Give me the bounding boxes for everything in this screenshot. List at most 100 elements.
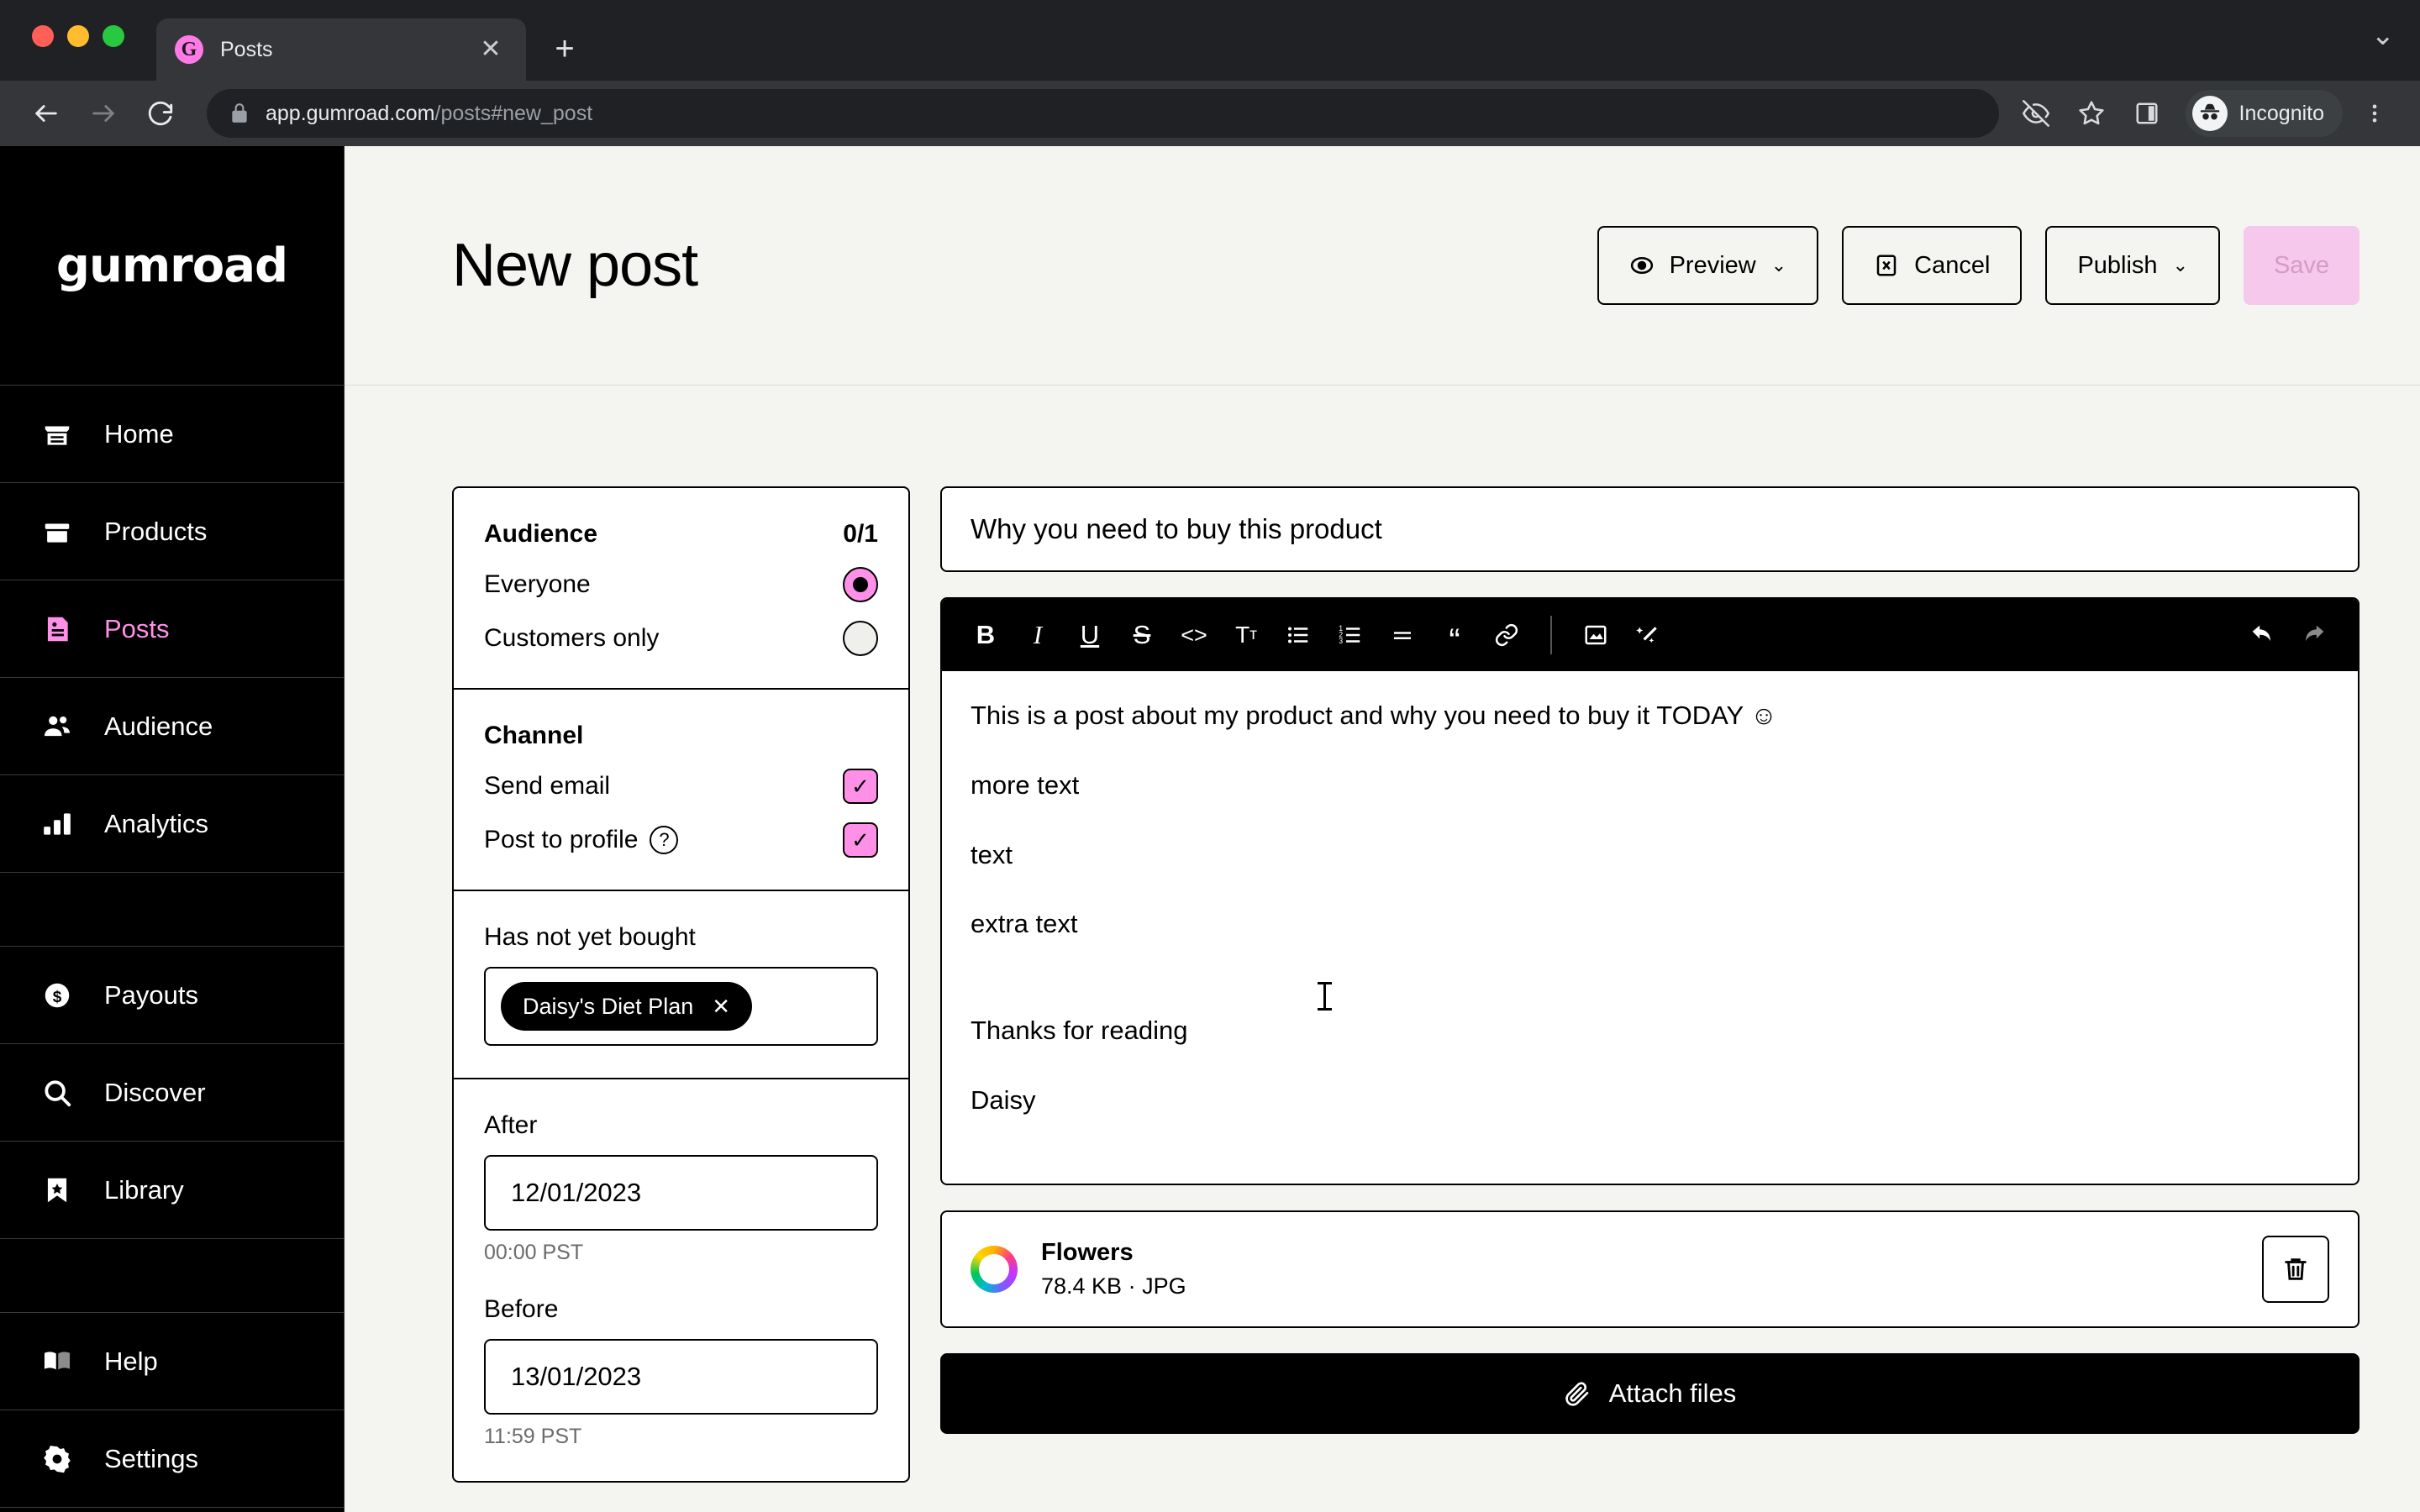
after-field-group: After 12/01/2023 00:00 PST bbox=[484, 1111, 878, 1265]
sidebar-item-audience[interactable]: Audience bbox=[0, 678, 344, 775]
reload-icon[interactable] bbox=[136, 89, 185, 138]
sidebar-item-discover[interactable]: Discover bbox=[0, 1044, 344, 1142]
search-icon bbox=[39, 1074, 76, 1111]
radio-everyone[interactable] bbox=[843, 567, 878, 602]
channel-option-post-to-profile[interactable]: Post to profile ? ✓ bbox=[484, 822, 878, 858]
publish-button[interactable]: Publish ⌄ bbox=[2045, 226, 2220, 305]
cancel-button[interactable]: Cancel bbox=[1842, 226, 2023, 305]
bold-icon[interactable]: B bbox=[962, 612, 1009, 659]
channel-option-send-email[interactable]: Send email ✓ bbox=[484, 769, 878, 804]
side-panel-icon[interactable] bbox=[2123, 90, 2170, 137]
main-area: New post Preview ⌄ Cancel Publish ⌄ Save… bbox=[345, 146, 2420, 1512]
after-date-input[interactable]: 12/01/2023 bbox=[484, 1155, 878, 1231]
redo-icon[interactable] bbox=[2291, 612, 2338, 659]
remove-tag-icon[interactable]: ✕ bbox=[712, 995, 730, 1017]
underline-icon[interactable]: U bbox=[1066, 612, 1113, 659]
close-tab-icon[interactable]: ✕ bbox=[474, 33, 508, 66]
chevron-down-icon: ⌄ bbox=[2172, 255, 2188, 276]
browser-tab[interactable]: G Posts ✕ bbox=[156, 18, 526, 81]
radio-customers-only[interactable] bbox=[843, 621, 878, 656]
url-path: /posts#new_post bbox=[434, 101, 593, 125]
incognito-profile-button[interactable]: Incognito bbox=[2185, 90, 2343, 137]
sidebar-item-posts[interactable]: Posts bbox=[0, 580, 344, 678]
gumroad-logo[interactable]: gumroad bbox=[0, 146, 344, 386]
post-settings-card: Audience 0/1 Everyone Customers only Cha… bbox=[452, 486, 910, 1483]
sidebar-item-label: Help bbox=[104, 1346, 158, 1376]
text-size-icon[interactable]: Tт bbox=[1223, 612, 1270, 659]
page-body: gumroad Home Products Posts Audience Ana… bbox=[0, 146, 2420, 1512]
minimize-window-button[interactable] bbox=[67, 25, 89, 47]
close-window-button[interactable] bbox=[32, 25, 54, 47]
sidebar-divider-1 bbox=[0, 873, 344, 947]
audience-option-customers-only[interactable]: Customers only bbox=[484, 621, 878, 656]
horizontal-rule-icon[interactable] bbox=[1379, 612, 1426, 659]
bulleted-list-icon[interactable] bbox=[1275, 612, 1322, 659]
preview-button[interactable]: Preview ⌄ bbox=[1597, 226, 1819, 305]
channel-option-text: Post to profile bbox=[484, 826, 639, 853]
sidebar-item-payouts[interactable]: $ Payouts bbox=[0, 947, 344, 1044]
before-time-hint: 11:59 PST bbox=[484, 1425, 582, 1448]
sidebar-item-label: Analytics bbox=[104, 808, 209, 838]
forward-icon[interactable] bbox=[79, 89, 128, 138]
attachment-name: Flowers bbox=[1041, 1239, 1134, 1266]
save-label: Save bbox=[2273, 251, 2330, 279]
code-icon[interactable]: <> bbox=[1171, 612, 1218, 659]
sidebar-item-settings[interactable]: Settings bbox=[0, 1410, 344, 1508]
audience-header: Audience 0/1 bbox=[484, 520, 878, 549]
blockquote-icon[interactable]: “ bbox=[1431, 612, 1478, 659]
product-tag-label: Daisy's Diet Plan bbox=[523, 993, 694, 1019]
sidebar-divider-2 bbox=[0, 1239, 344, 1313]
browser-menu-icon[interactable] bbox=[2351, 90, 2398, 137]
address-bar[interactable]: app.gumroad.com/posts#new_post bbox=[207, 89, 1999, 138]
rich-text-editor: B I U S <> Tт 123 “ This is a post about… bbox=[940, 597, 2360, 1185]
eye-off-icon[interactable] bbox=[2012, 90, 2060, 137]
sidebar-item-label: Audience bbox=[104, 711, 213, 741]
before-date-input[interactable]: 13/01/2023 bbox=[484, 1339, 878, 1415]
product-filter-input[interactable]: Daisy's Diet Plan ✕ bbox=[484, 967, 878, 1046]
strikethrough-icon[interactable]: S bbox=[1118, 612, 1165, 659]
checkbox-send-email[interactable]: ✓ bbox=[843, 769, 878, 804]
editor-paragraph: more text bbox=[971, 769, 1080, 800]
new-tab-button[interactable]: + bbox=[541, 25, 588, 72]
bookmark-star-icon[interactable] bbox=[2068, 90, 2115, 137]
tab-search-chevron-down-icon[interactable]: ⌄ bbox=[2371, 18, 2396, 52]
sidebar-item-label: Products bbox=[104, 516, 208, 546]
before-field-group: Before 13/01/2023 11:59 PST bbox=[484, 1295, 878, 1449]
maximize-window-button[interactable] bbox=[103, 25, 124, 47]
link-icon[interactable] bbox=[1483, 612, 1530, 659]
header-actions: Preview ⌄ Cancel Publish ⌄ Save bbox=[1597, 226, 2360, 305]
sidebar-item-analytics[interactable]: Analytics bbox=[0, 775, 344, 873]
insert-image-icon[interactable] bbox=[1572, 612, 1619, 659]
people-icon bbox=[39, 708, 76, 745]
help-icon[interactable]: ? bbox=[650, 826, 679, 854]
audience-count: 0/1 bbox=[843, 520, 878, 548]
sidebar-item-label: Posts bbox=[104, 613, 170, 643]
paperclip-icon bbox=[1564, 1380, 1591, 1407]
dollar-coin-icon: $ bbox=[39, 977, 76, 1014]
audience-option-everyone[interactable]: Everyone bbox=[484, 567, 878, 602]
product-tag[interactable]: Daisy's Diet Plan ✕ bbox=[501, 982, 753, 1031]
save-button[interactable]: Save bbox=[2244, 226, 2360, 305]
magic-wand-icon[interactable] bbox=[1624, 612, 1671, 659]
numbered-list-icon[interactable]: 123 bbox=[1327, 612, 1374, 659]
text-cursor-icon bbox=[1318, 982, 1332, 1011]
editor-paragraph: text bbox=[971, 839, 1013, 869]
delete-attachment-button[interactable] bbox=[2262, 1236, 2329, 1303]
sidebar-item-library[interactable]: Library bbox=[0, 1142, 344, 1239]
undo-icon[interactable] bbox=[2238, 612, 2286, 659]
italic-icon[interactable]: I bbox=[1014, 612, 1061, 659]
audience-section: Audience 0/1 Everyone Customers only bbox=[454, 488, 908, 690]
tab-strip: G Posts ✕ + ⌄ bbox=[0, 0, 2420, 81]
sidebar-item-help[interactable]: Help bbox=[0, 1313, 344, 1410]
attach-files-button[interactable]: Attach files bbox=[940, 1353, 2360, 1434]
post-title-input[interactable]: Why you need to buy this product bbox=[940, 486, 2360, 572]
sidebar-item-label: Library bbox=[104, 1174, 184, 1205]
editor-content[interactable]: This is a post about my product and why … bbox=[942, 671, 2358, 1184]
close-box-icon bbox=[1874, 253, 1899, 278]
checkbox-post-to-profile[interactable]: ✓ bbox=[843, 822, 878, 858]
eye-icon bbox=[1629, 253, 1655, 278]
back-icon[interactable] bbox=[22, 89, 71, 138]
sidebar-item-home[interactable]: Home bbox=[0, 386, 344, 483]
bar-chart-icon bbox=[39, 806, 76, 843]
sidebar-item-products[interactable]: Products bbox=[0, 483, 344, 580]
